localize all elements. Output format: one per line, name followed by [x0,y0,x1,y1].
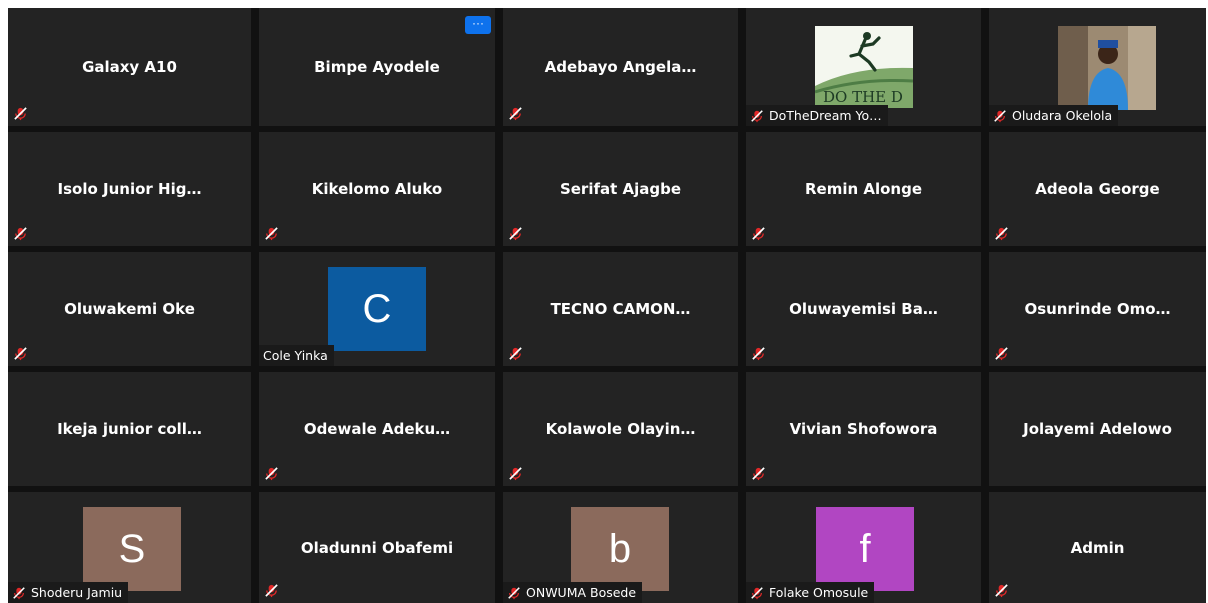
participant-tile[interactable]: Isolo Junior Hig… [8,132,251,246]
participant-tile[interactable]: C Cole Yinka [259,252,495,366]
muted-mic-icon [509,227,522,241]
participant-tile[interactable]: TECNO CAMON… [503,252,738,366]
participant-name: Oluwakemi Oke [64,300,195,318]
participant-tile[interactable]: b ONWUMA Bosede [503,492,738,603]
muted-mic-icon [509,467,522,481]
svg-text:DO THE D: DO THE D [823,88,903,106]
muted-mic-icon [14,107,27,121]
participant-name: DoTheDream Yo… [769,108,882,123]
participant-tile[interactable]: Galaxy A10 [8,8,251,126]
muted-mic-icon [508,586,520,599]
participant-name: Galaxy A10 [82,58,177,76]
participant-video [1058,26,1156,110]
muted-mic-icon [995,584,1008,598]
participant-name: Oluwayemisi Ba… [789,300,938,318]
participant-tile[interactable]: Serifat Ajagbe [503,132,738,246]
muted-mic-icon [265,227,278,241]
muted-mic-icon [752,347,765,361]
muted-mic-icon [751,109,763,122]
muted-mic-icon [995,227,1008,241]
participant-tile[interactable]: Kikelomo Aluko [259,132,495,246]
participant-tile[interactable]: Bimpe Ayodele ··· [259,8,495,126]
participant-name: Admin [1070,538,1125,557]
participant-tile[interactable]: f Folake Omosule [746,492,981,603]
participant-tile[interactable]: S Shoderu Jamiu [8,492,251,603]
muted-mic-icon [994,109,1006,122]
participant-tile[interactable]: Jolayemi Adelowo [989,372,1206,486]
participant-name: Ikeja junior coll… [57,420,202,438]
participant-name: ONWUMA Bosede [526,585,637,600]
avatar: b [571,507,669,591]
participant-name: Odewale Adeku… [303,420,451,438]
participant-tile[interactable]: Admin [989,492,1206,603]
participant-name: Remin Alonge [804,180,923,198]
participant-name: Jolayemi Adelowo [1023,420,1172,438]
participant-tile[interactable]: Adeola George [989,132,1206,246]
participant-name: Kikelomo Aluko [311,180,443,198]
participant-name-label: DoTheDream Yo… [746,105,888,126]
participant-tile[interactable]: Remin Alonge [746,132,981,246]
participant-name: Adeola George [1035,180,1160,198]
participant-tile[interactable]: Oludara Okelola [989,8,1206,126]
muted-mic-icon [265,467,278,481]
dothedream-logo-video: DO THE D [815,26,913,108]
muted-mic-icon [995,347,1008,361]
participant-name: Bimpe Ayodele [314,58,440,76]
participant-name: Isolo Junior Hig… [57,180,202,198]
muted-mic-icon [14,227,27,241]
avatar: f [816,507,914,591]
participant-name: Osunrinde Omo… [1024,300,1171,318]
participant-name: Serifat Ajagbe [559,180,682,198]
participant-tile[interactable]: Oluwakemi Oke [8,252,251,366]
muted-mic-icon [752,227,765,241]
participant-name-label: ONWUMA Bosede [503,582,643,603]
participant-name-label: Cole Yinka [259,345,334,366]
participant-tile[interactable]: Kolawole Olayin… [503,372,738,486]
participant-name: Kolawole Olayin… [545,420,696,438]
participant-tile[interactable]: DO THE D DoTheDream Yo… [746,8,981,126]
muted-mic-icon [752,467,765,481]
participant-name: Vivian Shofowora [789,420,938,438]
more-options-button[interactable]: ··· [465,16,491,34]
participant-name-label: Shoderu Jamiu [8,582,129,603]
muted-mic-icon [751,586,763,599]
muted-mic-icon [14,347,27,361]
participant-name: Adebayo Angela… [544,58,697,76]
participant-name-label: Oludara Okelola [989,105,1119,126]
participant-tile[interactable]: Adebayo Angela… [503,8,738,126]
participant-name: TECNO CAMON… [550,300,691,318]
participant-name: Folake Omosule [769,585,869,600]
avatar: C [328,267,426,351]
participant-tile[interactable]: Vivian Shofowora [746,372,981,486]
participant-tile[interactable]: Odewale Adeku… [259,372,495,486]
muted-mic-icon [13,586,25,599]
participant-tile[interactable]: Ikeja junior coll… [8,372,251,486]
participant-name: Shoderu Jamiu [31,585,123,600]
participant-tile[interactable]: Oladunni Obafemi [259,492,495,603]
participant-gallery: Galaxy A10 Bimpe Ayodele ··· Adebayo Ang… [8,8,1206,603]
avatar: S [83,507,181,591]
participant-name: Oludara Okelola [1012,108,1113,123]
muted-mic-icon [509,107,522,121]
muted-mic-icon [265,584,278,598]
participant-name: Oladunni Obafemi [300,538,454,557]
participant-name-label: Folake Omosule [746,582,875,603]
participant-tile[interactable]: Osunrinde Omo… [989,252,1206,366]
muted-mic-icon [509,347,522,361]
participant-name: Cole Yinka [263,348,328,363]
participant-tile[interactable]: Oluwayemisi Ba… [746,252,981,366]
